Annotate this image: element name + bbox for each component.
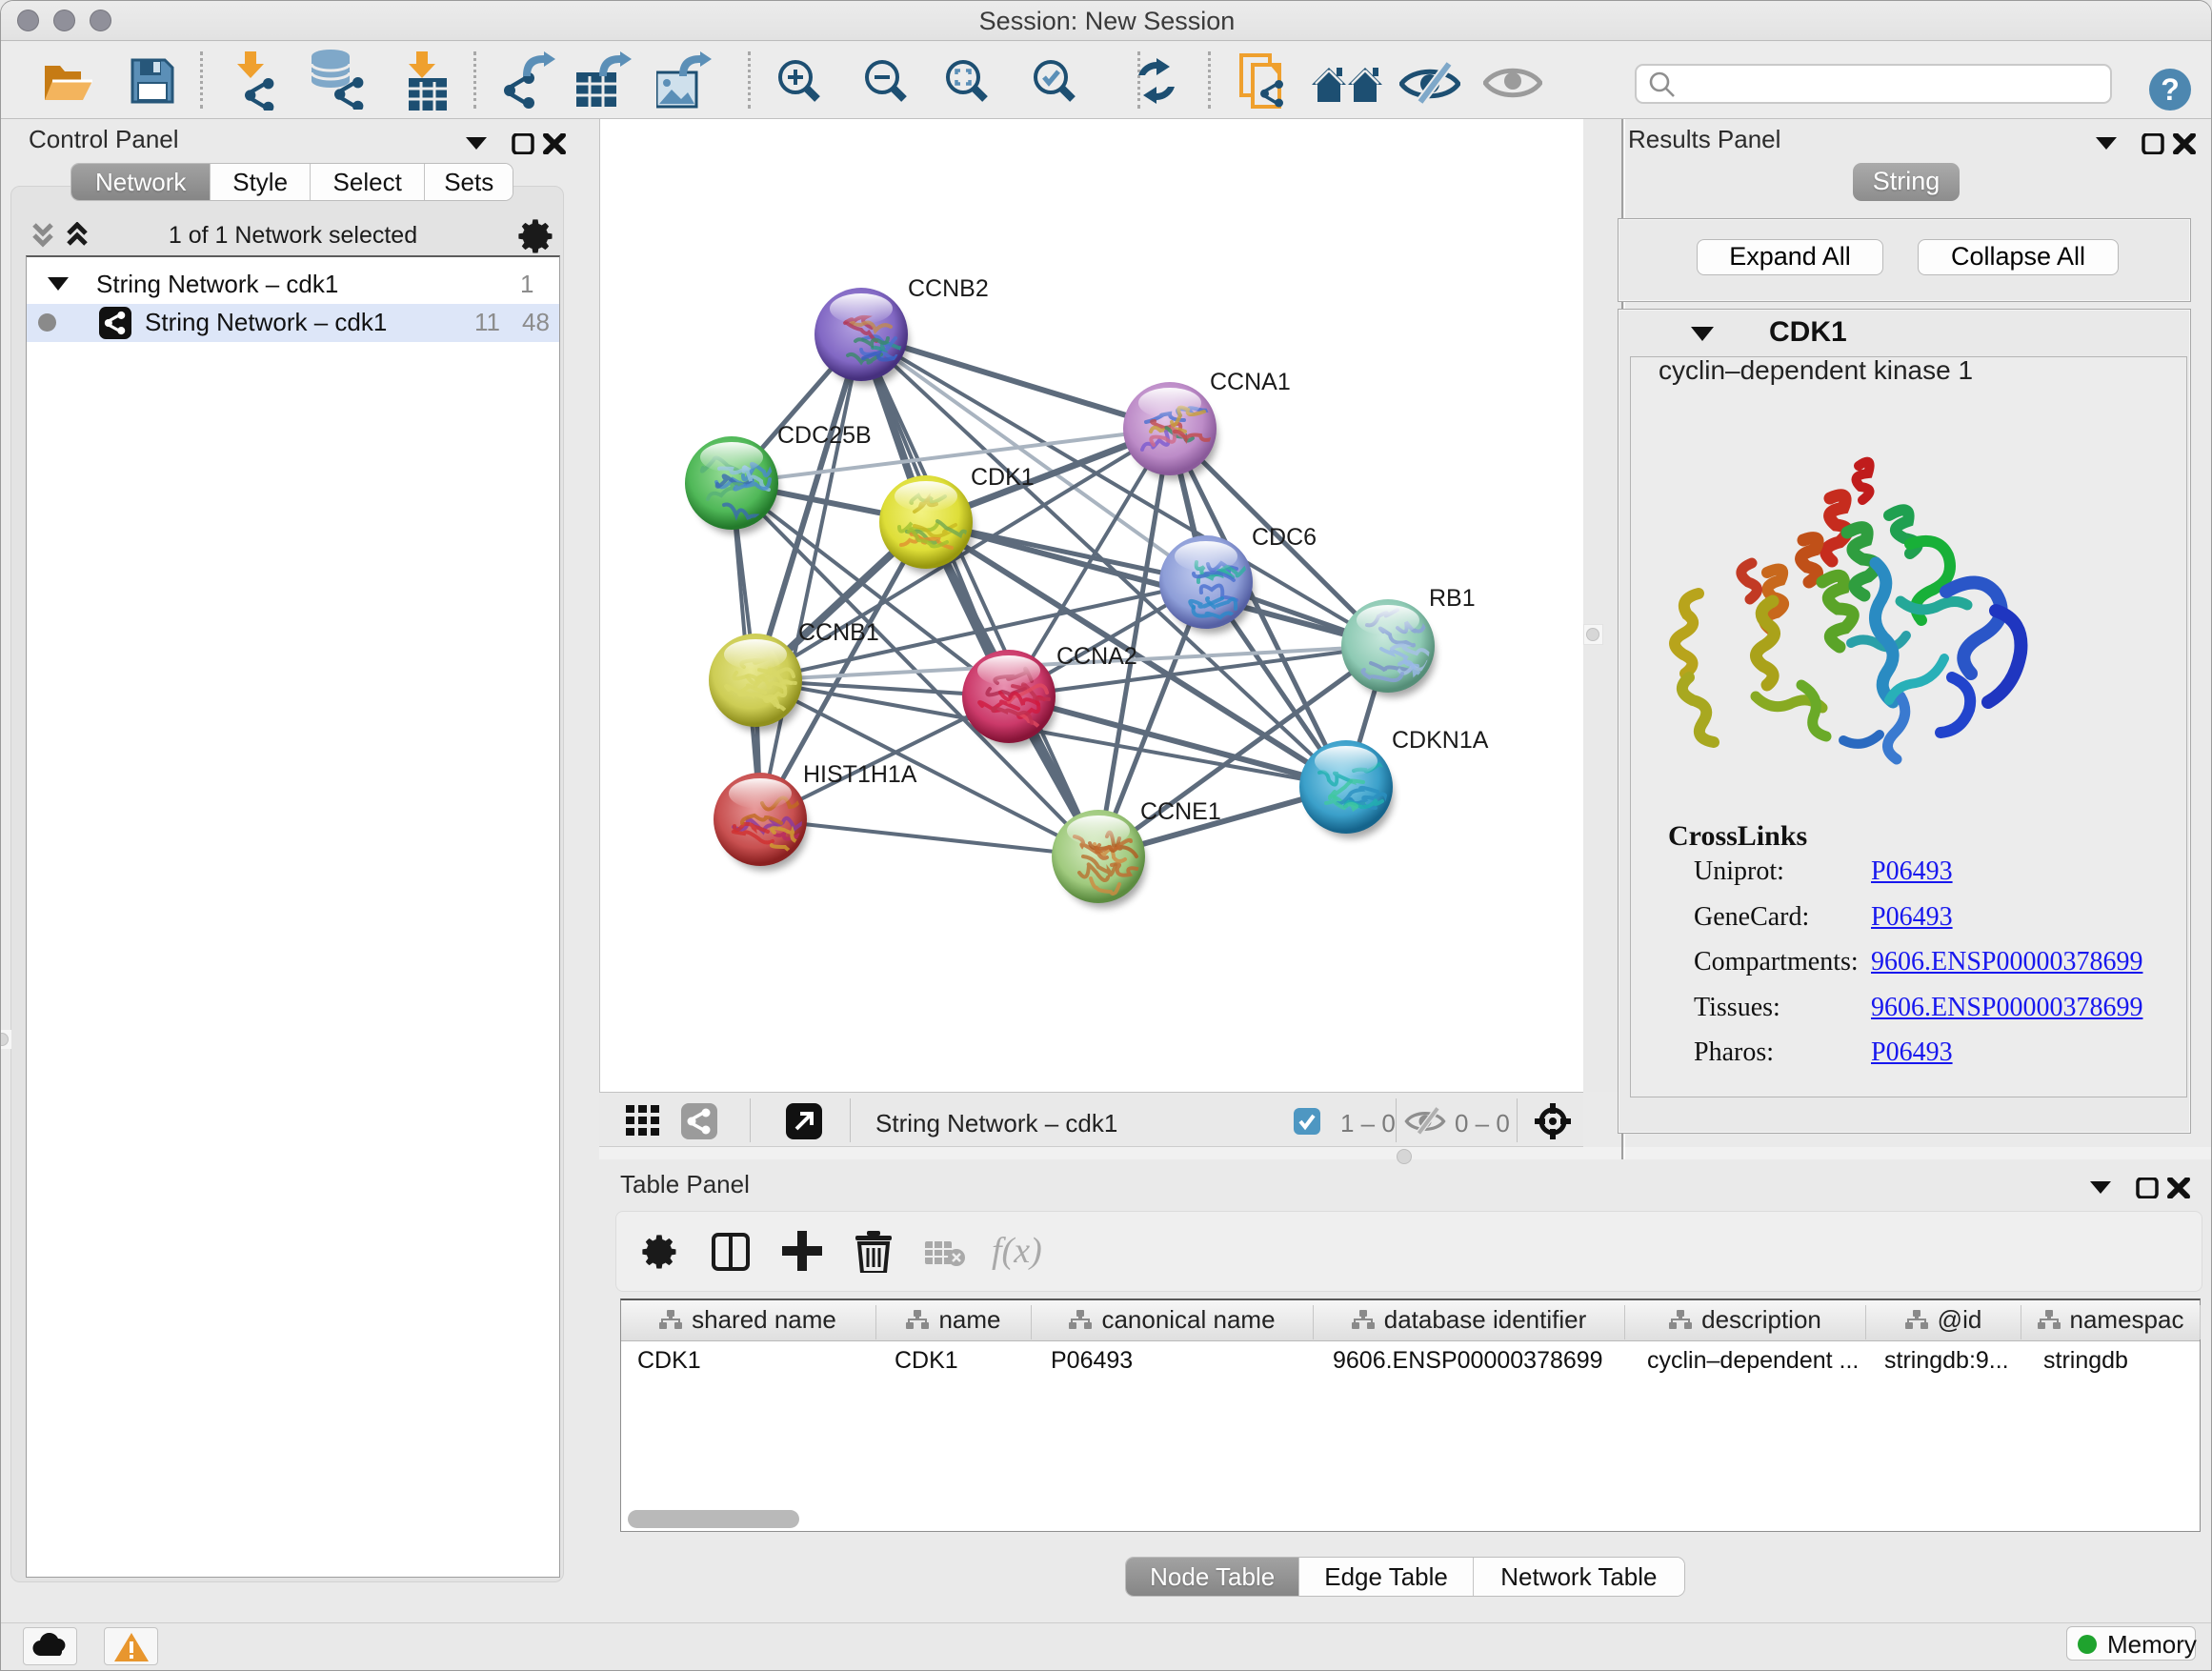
svg-text:CDC25B: CDC25B xyxy=(777,422,872,449)
svg-text:RB1: RB1 xyxy=(1429,585,1476,612)
svg-text:?: ? xyxy=(2161,72,2180,107)
svg-text:CDC6: CDC6 xyxy=(1252,524,1317,551)
svg-text:CCNA2: CCNA2 xyxy=(1056,643,1137,670)
svg-text:CDKN1A: CDKN1A xyxy=(1392,727,1489,754)
svg-text:CDK1: CDK1 xyxy=(971,464,1035,491)
svg-text:CCNA1: CCNA1 xyxy=(1210,369,1291,395)
svg-text:CCNB1: CCNB1 xyxy=(798,619,879,646)
svg-text:CCNB2: CCNB2 xyxy=(908,275,989,302)
svg-text:CCNE1: CCNE1 xyxy=(1140,798,1221,825)
svg-text:HIST1H1A: HIST1H1A xyxy=(803,761,917,788)
